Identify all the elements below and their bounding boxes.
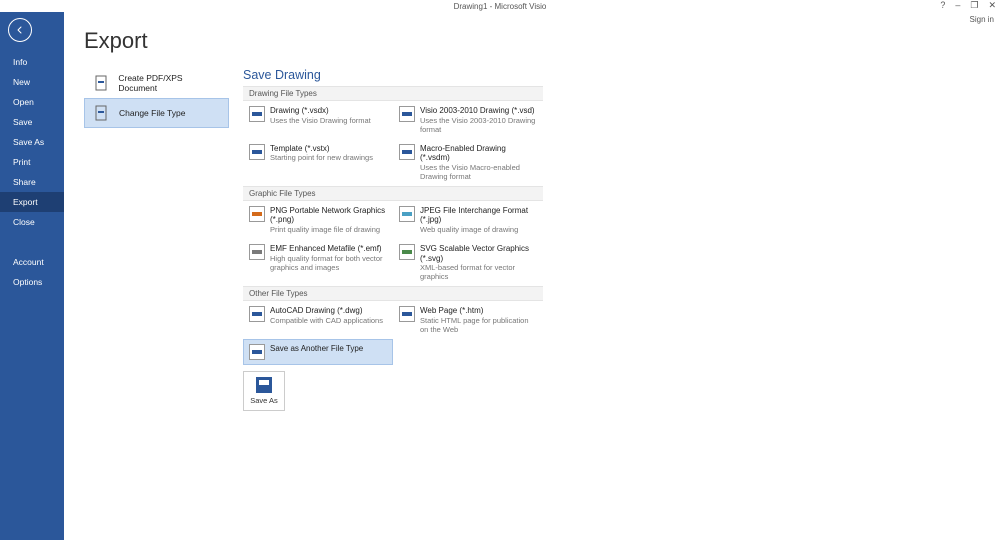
file-type-desc: Uses the Visio 2003-2010 Drawing format bbox=[420, 116, 537, 134]
file-type-macro-enabled-drawing-vsdm[interactable]: Macro-Enabled Drawing (*.vsdm)Uses the V… bbox=[393, 139, 543, 186]
file-type-icon bbox=[249, 206, 265, 222]
sidebar-item-save[interactable]: Save bbox=[0, 112, 64, 132]
file-type-icon bbox=[249, 344, 265, 360]
pdf-icon bbox=[93, 74, 110, 92]
close-button[interactable]: ✕ bbox=[988, 0, 996, 11]
file-type-icon bbox=[399, 106, 415, 122]
file-type-desc: High quality format for both vector grap… bbox=[270, 254, 387, 272]
file-type-name: EMF Enhanced Metafile (*.emf) bbox=[270, 244, 387, 254]
file-type-name: Visio 2003-2010 Drawing (*.vsd) bbox=[420, 106, 537, 116]
file-type-icon bbox=[399, 144, 415, 160]
file-type-icon bbox=[399, 244, 415, 260]
page-title: Export bbox=[84, 28, 980, 54]
section-header: Drawing File Types bbox=[243, 86, 543, 101]
main-panel: Export Create PDF/XPS Document Change Fil… bbox=[64, 12, 1000, 540]
minimize-button[interactable]: – bbox=[955, 0, 960, 11]
arrow-left-icon bbox=[14, 24, 26, 36]
export-item-label: Create PDF/XPS Document bbox=[118, 73, 220, 93]
window-title: Drawing1 - Microsoft Visio bbox=[454, 2, 547, 11]
file-type-svg-scalable-vector-graphics-svg[interactable]: SVG Scalable Vector Graphics (*.svg)XML-… bbox=[393, 239, 543, 286]
export-item-create-pdf-xps-document[interactable]: Create PDF/XPS Document bbox=[84, 68, 229, 98]
sidebar-item-new[interactable]: New bbox=[0, 72, 64, 92]
file-type-desc: Print quality image file of drawing bbox=[270, 225, 387, 234]
file-type-save-as-another-file-type[interactable]: Save as Another File Type bbox=[243, 339, 393, 365]
help-button[interactable]: ? bbox=[940, 0, 945, 11]
file-type-autocad-drawing-dwg[interactable]: AutoCAD Drawing (*.dwg)Compatible with C… bbox=[243, 301, 393, 339]
back-button[interactable] bbox=[8, 18, 32, 42]
sidebar-item-share[interactable]: Share bbox=[0, 172, 64, 192]
file-type-template-vstx[interactable]: Template (*.vstx)Starting point for new … bbox=[243, 139, 393, 186]
export-item-change-file-type[interactable]: Change File Type bbox=[84, 98, 229, 128]
file-type-desc: Starting point for new drawings bbox=[270, 153, 373, 162]
sidebar-item-print[interactable]: Print bbox=[0, 152, 64, 172]
save-drawing-panel: Save Drawing Drawing File TypesDrawing (… bbox=[243, 68, 543, 411]
file-type-desc: Web quality image of drawing bbox=[420, 225, 537, 234]
export-action-list: Create PDF/XPS Document Change File Type bbox=[84, 68, 229, 411]
sidebar-item-options[interactable]: Options bbox=[0, 272, 64, 292]
titlebar: Drawing1 - Microsoft Visio ? – ❐ ✕ bbox=[0, 0, 1000, 12]
file-type-name: Macro-Enabled Drawing (*.vsdm) bbox=[420, 144, 537, 163]
sidebar-item-export[interactable]: Export bbox=[0, 192, 64, 212]
sidebar-item-info[interactable]: Info bbox=[0, 52, 64, 72]
file-type-jpeg-file-interchange-format-jpg[interactable]: JPEG File Interchange Format (*.jpg)Web … bbox=[393, 201, 543, 239]
file-type-emf-enhanced-metafile-emf[interactable]: EMF Enhanced Metafile (*.emf)High qualit… bbox=[243, 239, 393, 286]
file-type-visio-drawing-vsd[interactable]: Visio 2003-2010 Drawing (*.vsd)Uses the … bbox=[393, 101, 543, 139]
file-type-png-portable-network-graphics-png[interactable]: PNG Portable Network Graphics (*.png)Pri… bbox=[243, 201, 393, 239]
save-as-button-label: Save As bbox=[250, 396, 278, 405]
save-as-button[interactable]: Save As bbox=[243, 371, 285, 411]
file-type-name: Drawing (*.vsdx) bbox=[270, 106, 371, 116]
file-type-name: AutoCAD Drawing (*.dwg) bbox=[270, 306, 383, 316]
file-type-name: Template (*.vstx) bbox=[270, 144, 373, 154]
section-header: Other File Types bbox=[243, 286, 543, 301]
backstage-sidebar: InfoNewOpenSaveSave AsPrintShareExportCl… bbox=[0, 12, 64, 540]
file-type-icon bbox=[249, 106, 265, 122]
change-icon bbox=[93, 104, 111, 122]
file-type-desc: Uses the Visio Macro-enabled Drawing for… bbox=[420, 163, 537, 181]
section-header: Graphic File Types bbox=[243, 186, 543, 201]
file-type-name: Web Page (*.htm) bbox=[420, 306, 537, 316]
file-type-name: PNG Portable Network Graphics (*.png) bbox=[270, 206, 387, 225]
file-type-name: JPEG File Interchange Format (*.jpg) bbox=[420, 206, 537, 225]
file-type-desc: Static HTML page for publication on the … bbox=[420, 316, 537, 334]
restore-button[interactable]: ❐ bbox=[970, 0, 978, 11]
sidebar-item-save-as[interactable]: Save As bbox=[0, 132, 64, 152]
file-type-desc: Uses the Visio Drawing format bbox=[270, 116, 371, 125]
file-type-name: SVG Scalable Vector Graphics (*.svg) bbox=[420, 244, 537, 263]
file-type-icon bbox=[399, 306, 415, 322]
file-type-name: Save as Another File Type bbox=[270, 344, 363, 354]
save-icon bbox=[256, 377, 272, 393]
sidebar-item-close[interactable]: Close bbox=[0, 212, 64, 232]
file-type-icon bbox=[249, 144, 265, 160]
file-type-desc: XML-based format for vector graphics bbox=[420, 263, 537, 281]
sidebar-item-open[interactable]: Open bbox=[0, 92, 64, 112]
sidebar-item-account[interactable]: Account bbox=[0, 252, 64, 272]
file-type-icon bbox=[249, 244, 265, 260]
file-type-icon bbox=[249, 306, 265, 322]
export-item-label: Change File Type bbox=[119, 108, 185, 118]
file-type-drawing-vsdx[interactable]: Drawing (*.vsdx)Uses the Visio Drawing f… bbox=[243, 101, 393, 139]
file-type-icon bbox=[399, 206, 415, 222]
save-drawing-title: Save Drawing bbox=[243, 68, 543, 82]
file-type-web-page-htm[interactable]: Web Page (*.htm)Static HTML page for pub… bbox=[393, 301, 543, 339]
file-type-desc: Compatible with CAD applications bbox=[270, 316, 383, 325]
window-controls: ? – ❐ ✕ bbox=[940, 0, 996, 11]
